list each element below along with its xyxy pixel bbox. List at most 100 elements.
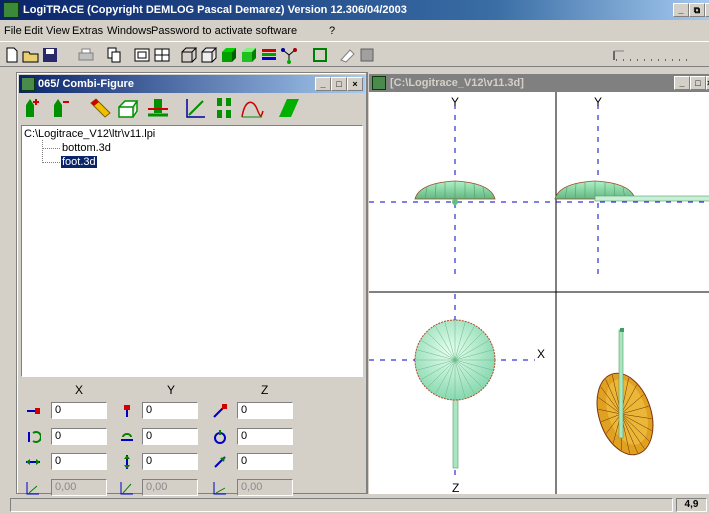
tree-connector xyxy=(42,140,43,163)
copy-icon[interactable] xyxy=(105,46,123,64)
new-file-icon[interactable] xyxy=(3,46,21,64)
z-axis-label: Z xyxy=(452,481,459,494)
rotate-x-icon xyxy=(25,429,41,445)
curve-icon[interactable] xyxy=(239,95,265,121)
axis-y-header: Y xyxy=(167,383,176,397)
menu-file[interactable]: File xyxy=(4,25,22,37)
3d-view-window: [C:\Logitrace_V12\v11.3d] _ □ × Y xyxy=(367,72,709,495)
app-logo-icon xyxy=(3,2,19,18)
menu-extras[interactable]: Extras xyxy=(72,25,103,37)
scale-y-icon xyxy=(119,454,135,470)
app-minimize-button[interactable]: _ xyxy=(673,3,689,17)
translate-y-field[interactable]: 0 xyxy=(142,402,198,419)
solid-green-icon[interactable] xyxy=(220,46,238,64)
translate-y-icon xyxy=(119,403,135,419)
color-bars-icon[interactable] xyxy=(260,46,278,64)
slider-track xyxy=(613,50,690,61)
shear-z-field[interactable]: 0,00 xyxy=(237,479,293,496)
scale-z-field[interactable]: 0 xyxy=(237,453,293,470)
parallelogram-icon[interactable] xyxy=(275,95,301,121)
tree-item-foot[interactable]: foot.3d xyxy=(61,156,97,168)
status-bar: 4,9 xyxy=(0,496,709,514)
translate-x-icon xyxy=(25,403,41,419)
main-toolbar xyxy=(0,41,709,67)
arrow-up-plus-icon[interactable] xyxy=(21,95,47,121)
scale-x-field[interactable]: 0 xyxy=(51,453,107,470)
grey-box-icon[interactable] xyxy=(358,46,376,64)
frame-icon[interactable] xyxy=(311,46,329,64)
hidden-line-box-icon[interactable] xyxy=(200,46,218,64)
arrow-up-minus-icon[interactable] xyxy=(49,95,75,121)
axis-z-header: Z xyxy=(261,383,269,397)
combi-figure-window: 065/ Combi-Figure _ □ × C:\Logitrace_V12… xyxy=(16,72,367,496)
eraser-icon[interactable] xyxy=(338,46,356,64)
zoom-slider[interactable] xyxy=(612,47,692,63)
app-title: LogiTRACE (Copyright DEMLOG Pascal Demar… xyxy=(23,4,407,16)
rotate-z-field[interactable]: 0 xyxy=(237,428,293,445)
app-titlebar: LogiTRACE (Copyright DEMLOG Pascal Demar… xyxy=(0,0,709,20)
view-restore-button[interactable]: □ xyxy=(690,76,706,90)
y-axis-label: Y xyxy=(451,95,459,109)
view-minimize-button[interactable]: _ xyxy=(674,76,690,90)
scale-y-field[interactable]: 0 xyxy=(142,453,198,470)
3d-viewport[interactable]: Y Y X Z xyxy=(369,92,709,495)
combi-figure-title: 065/ Combi-Figure xyxy=(38,78,134,90)
translate-z-icon xyxy=(212,403,228,419)
view-front-icon[interactable] xyxy=(133,46,151,64)
status-message xyxy=(10,498,673,512)
tree-item-bottom[interactable]: bottom.3d xyxy=(62,142,111,154)
molecule-icon[interactable] xyxy=(280,46,298,64)
x-axis-label: X xyxy=(537,347,545,361)
dome-side xyxy=(554,180,709,202)
shaded-green-icon[interactable] xyxy=(240,46,258,64)
wireframe-box-icon[interactable] xyxy=(180,46,198,64)
window-icon xyxy=(372,76,386,90)
translate-x-field[interactable]: 0 xyxy=(51,402,107,419)
quadrant-divider xyxy=(369,92,709,494)
status-value: 4,9 xyxy=(676,498,707,512)
dish-perspective xyxy=(596,328,654,456)
scale-z-icon xyxy=(212,454,228,470)
menu-bar: File Edit View Extras Windows Password t… xyxy=(0,21,709,40)
box-edit-icon[interactable] xyxy=(115,95,141,121)
tree-root[interactable]: C:\Logitrace_V12\ltr\v11.lpi xyxy=(24,128,155,140)
menu-edit[interactable]: Edit xyxy=(24,25,43,37)
dome-front xyxy=(414,180,496,205)
align-base-icon[interactable] xyxy=(145,95,171,121)
menu-help[interactable]: ? xyxy=(329,25,335,37)
rotate-y-icon xyxy=(119,429,135,445)
tree-connector xyxy=(42,162,60,163)
shear-x-field[interactable]: 0,00 xyxy=(51,479,107,496)
y-axis-label: Y xyxy=(594,95,602,109)
shear-z-icon xyxy=(212,480,228,496)
sphere-top xyxy=(414,319,496,469)
view-grid-icon[interactable] xyxy=(153,46,171,64)
app-restore-button[interactable]: ⧉ xyxy=(689,3,705,17)
shear-x-icon xyxy=(25,480,41,496)
pencil-eraser-icon[interactable] xyxy=(87,95,113,121)
rotate-x-field[interactable]: 0 xyxy=(51,428,107,445)
axis-x-header: X xyxy=(75,383,84,397)
tree-connector xyxy=(42,148,60,149)
3d-view-titlebar[interactable]: [C:\Logitrace_V12\v11.3d] _ □ × xyxy=(369,74,709,92)
translate-z-field[interactable]: 0 xyxy=(237,402,293,419)
split-icon[interactable] xyxy=(211,95,237,121)
shear-y-field[interactable]: 0,00 xyxy=(142,479,198,496)
shear-y-icon xyxy=(119,480,135,496)
slant-axes-icon[interactable] xyxy=(183,95,209,121)
combi-figure-titlebar[interactable]: 065/ Combi-Figure _ □ × xyxy=(19,75,365,93)
print-icon[interactable] xyxy=(77,46,95,64)
menu-view[interactable]: View xyxy=(46,25,70,37)
window-icon xyxy=(21,77,35,91)
3d-view-title: [C:\Logitrace_V12\v11.3d] xyxy=(390,77,524,89)
combi-minimize-button[interactable]: _ xyxy=(315,77,331,91)
menu-password[interactable]: Password to activate software xyxy=(151,25,297,37)
rotate-y-field[interactable]: 0 xyxy=(142,428,198,445)
project-tree[interactable]: C:\Logitrace_V12\ltr\v11.lpi bottom.3d f… xyxy=(21,125,363,377)
open-folder-icon[interactable] xyxy=(22,46,40,64)
app-close-button[interactable]: × xyxy=(705,3,709,17)
combi-close-button[interactable]: × xyxy=(347,77,363,91)
combi-restore-button[interactable]: □ xyxy=(331,77,347,91)
menu-windows[interactable]: Windows xyxy=(107,25,152,37)
save-icon[interactable] xyxy=(41,46,59,64)
